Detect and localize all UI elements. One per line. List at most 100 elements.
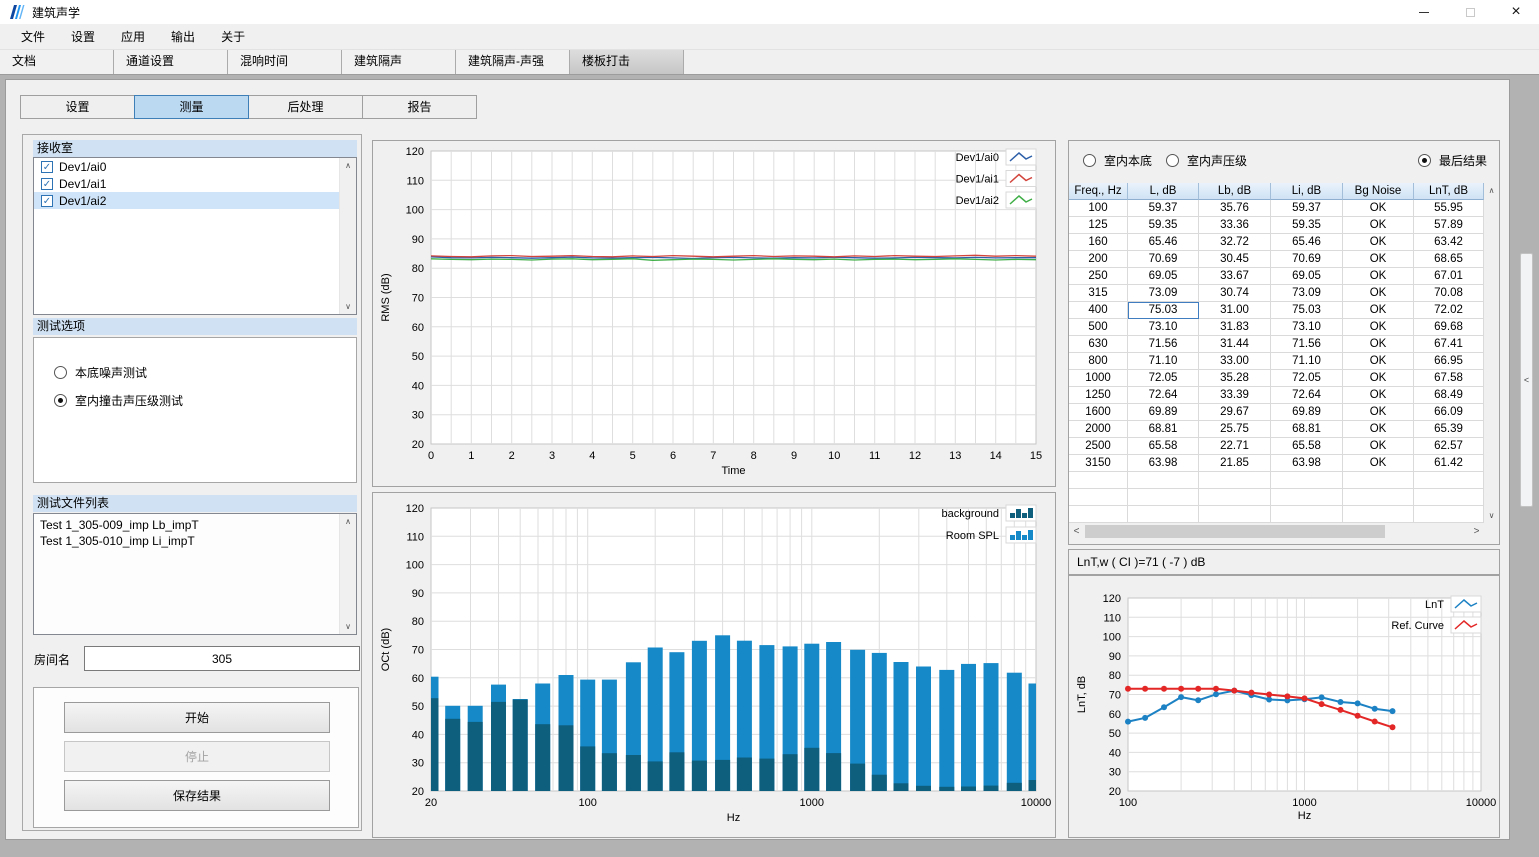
table-cell[interactable]: 66.95	[1414, 353, 1484, 370]
table-cell[interactable]: 70.69	[1271, 251, 1343, 268]
channel-row[interactable]: ✓Dev1/ai2	[34, 192, 339, 209]
table-cell[interactable]: 33.39	[1199, 387, 1271, 404]
table-cell[interactable]: 73.10	[1128, 319, 1199, 336]
scrollbar-thumb[interactable]	[1085, 525, 1385, 538]
table-cell[interactable]: 59.37	[1271, 200, 1343, 217]
stop-button[interactable]: 停止	[64, 741, 330, 772]
file-list-scrollbar[interactable]	[339, 514, 356, 634]
start-button[interactable]: 开始	[64, 702, 330, 733]
table-cell[interactable]	[1128, 506, 1199, 523]
table-cell[interactable]: 400	[1069, 302, 1128, 319]
menu-item[interactable]: 关于	[208, 24, 258, 49]
table-cell[interactable]: 21.85	[1199, 455, 1271, 472]
subtab-报告[interactable]: 报告	[362, 95, 477, 119]
table-cell[interactable]: OK	[1343, 217, 1414, 234]
table-cell[interactable]	[1128, 472, 1199, 489]
scroll-up-icon[interactable]	[1484, 183, 1499, 198]
table-cell[interactable]: OK	[1343, 251, 1414, 268]
table-cell[interactable]	[1414, 506, 1484, 523]
table-cell[interactable]: 250	[1069, 268, 1128, 285]
table-cell[interactable]: OK	[1343, 353, 1414, 370]
table-cell[interactable]: 59.37	[1128, 200, 1199, 217]
table-cell[interactable]: 67.01	[1414, 268, 1484, 285]
table-cell[interactable]: 65.58	[1271, 438, 1343, 455]
menu-item[interactable]: 设置	[58, 24, 108, 49]
table-cell[interactable]: 70.08	[1414, 285, 1484, 302]
table-cell[interactable]: OK	[1343, 438, 1414, 455]
tab-建筑隔声[interactable]: 建筑隔声	[342, 50, 456, 74]
table-cell[interactable]: 65.39	[1414, 421, 1484, 438]
table-cell[interactable]: 65.46	[1271, 234, 1343, 251]
save-results-button[interactable]: 保存结果	[64, 780, 330, 811]
table-cell[interactable]: OK	[1343, 455, 1414, 472]
table-cell[interactable]: 70.69	[1128, 251, 1199, 268]
channel-row[interactable]: ✓Dev1/ai0	[34, 158, 339, 175]
scroll-down-icon[interactable]	[340, 619, 356, 634]
table-cell[interactable]: OK	[1343, 302, 1414, 319]
table-cell[interactable]: 100	[1069, 200, 1128, 217]
table-cell[interactable]: 69.89	[1271, 404, 1343, 421]
table-cell[interactable]: 31.83	[1199, 319, 1271, 336]
table-cell[interactable]: 69.05	[1271, 268, 1343, 285]
tab-建筑隔声-声强[interactable]: 建筑隔声-声强	[456, 50, 570, 74]
table-cell[interactable]: 68.65	[1414, 251, 1484, 268]
table-cell[interactable]: OK	[1343, 336, 1414, 353]
sidebar-collapse-button[interactable]: <	[1520, 253, 1533, 507]
table-cell[interactable]: 71.56	[1271, 336, 1343, 353]
table-cell[interactable]: 65.58	[1128, 438, 1199, 455]
table-cell[interactable]: 73.09	[1271, 285, 1343, 302]
table-cell[interactable]: 66.09	[1414, 404, 1484, 421]
subtab-设置[interactable]: 设置	[20, 95, 135, 119]
table-cell[interactable]: 59.35	[1128, 217, 1199, 234]
table-cell[interactable]	[1199, 506, 1271, 523]
table-cell[interactable]: 65.46	[1128, 234, 1199, 251]
table-cell[interactable]	[1343, 489, 1414, 506]
table-cell[interactable]	[1271, 489, 1343, 506]
subtab-测量[interactable]: 测量	[134, 95, 249, 119]
table-vertical-scrollbar[interactable]	[1484, 183, 1499, 523]
table-cell[interactable]	[1271, 506, 1343, 523]
table-cell[interactable]: OK	[1343, 200, 1414, 217]
scroll-up-icon[interactable]	[340, 514, 356, 529]
close-button[interactable]: ×	[1493, 0, 1539, 24]
table-cell[interactable]: 68.49	[1414, 387, 1484, 404]
table-cell[interactable]: 72.05	[1271, 370, 1343, 387]
table-cell[interactable]: 35.28	[1199, 370, 1271, 387]
table-cell[interactable]: 69.89	[1128, 404, 1199, 421]
table-cell[interactable]: 1000	[1069, 370, 1128, 387]
table-cell[interactable]: 75.03	[1128, 302, 1199, 319]
checkbox-icon[interactable]: ✓	[41, 161, 53, 173]
checkbox-icon[interactable]: ✓	[41, 178, 53, 190]
table-cell[interactable]: 33.00	[1199, 353, 1271, 370]
table-cell[interactable]: 1600	[1069, 404, 1128, 421]
table-cell[interactable]: 63.98	[1271, 455, 1343, 472]
table-cell[interactable]: 33.67	[1199, 268, 1271, 285]
table-cell[interactable]: 63.42	[1414, 234, 1484, 251]
scroll-right-icon[interactable]: >	[1469, 523, 1484, 540]
table-cell[interactable]: 68.81	[1271, 421, 1343, 438]
menu-item[interactable]: 应用	[108, 24, 158, 49]
table-cell[interactable]: 57.89	[1414, 217, 1484, 234]
table-cell[interactable]: 30.74	[1199, 285, 1271, 302]
table-cell[interactable]: OK	[1343, 370, 1414, 387]
scroll-down-icon[interactable]	[340, 299, 356, 314]
table-cell[interactable]	[1343, 506, 1414, 523]
table-cell[interactable]: 31.00	[1199, 302, 1271, 319]
radio-icon[interactable]	[54, 366, 67, 379]
table-cell[interactable]: 72.64	[1271, 387, 1343, 404]
view-option[interactable]: 室内声压级	[1166, 152, 1247, 169]
table-cell[interactable]: 22.71	[1199, 438, 1271, 455]
table-cell[interactable]: OK	[1343, 319, 1414, 336]
scroll-left-icon[interactable]: <	[1069, 523, 1084, 540]
scroll-up-icon[interactable]	[340, 158, 356, 173]
table-cell[interactable]	[1414, 489, 1484, 506]
table-cell[interactable]: 59.35	[1271, 217, 1343, 234]
table-cell[interactable]: OK	[1343, 404, 1414, 421]
table-cell[interactable]: 315	[1069, 285, 1128, 302]
table-cell[interactable]: 69.68	[1414, 319, 1484, 336]
table-cell[interactable]: 800	[1069, 353, 1128, 370]
table-cell[interactable]: 200	[1069, 251, 1128, 268]
channel-row[interactable]: ✓Dev1/ai1	[34, 175, 339, 192]
table-cell[interactable]: 71.10	[1271, 353, 1343, 370]
table-cell[interactable]: 68.81	[1128, 421, 1199, 438]
